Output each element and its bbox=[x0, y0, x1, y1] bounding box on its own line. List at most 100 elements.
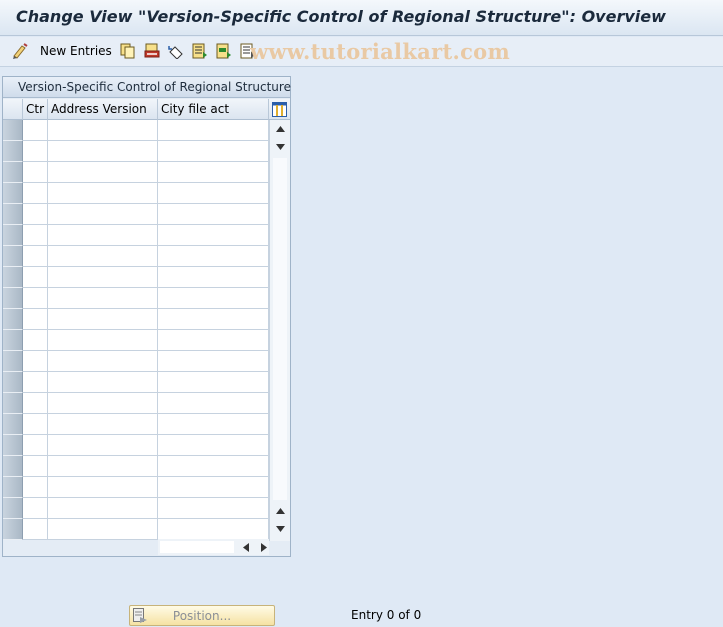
row-selector[interactable] bbox=[3, 498, 23, 519]
row-selector[interactable] bbox=[3, 183, 23, 204]
cell-address-version[interactable] bbox=[48, 246, 158, 267]
scroll-up-button[interactable] bbox=[270, 120, 290, 138]
row-selector[interactable] bbox=[3, 162, 23, 183]
row-selector[interactable] bbox=[3, 288, 23, 309]
cell-city-file-act[interactable] bbox=[158, 477, 269, 498]
cell-address-version[interactable] bbox=[48, 267, 158, 288]
select-all-rows-header[interactable] bbox=[3, 99, 23, 120]
cell-address-version[interactable] bbox=[48, 204, 158, 225]
row-selector[interactable] bbox=[3, 120, 23, 141]
cell-city-file-act[interactable] bbox=[158, 246, 269, 267]
row-selector[interactable] bbox=[3, 225, 23, 246]
cell-city-file-act[interactable] bbox=[158, 183, 269, 204]
cell-city-file-act[interactable] bbox=[158, 393, 269, 414]
cell-ctr[interactable] bbox=[23, 519, 48, 540]
delete-icon[interactable] bbox=[144, 43, 160, 59]
cell-address-version[interactable] bbox=[48, 141, 158, 162]
vertical-scrollbar[interactable] bbox=[269, 120, 290, 541]
row-selector[interactable] bbox=[3, 435, 23, 456]
cell-city-file-act[interactable] bbox=[158, 225, 269, 246]
row-selector[interactable] bbox=[3, 141, 23, 162]
cell-city-file-act[interactable] bbox=[158, 519, 269, 540]
select-block-icon[interactable] bbox=[216, 43, 232, 59]
cell-city-file-act[interactable] bbox=[158, 330, 269, 351]
row-selector[interactable] bbox=[3, 267, 23, 288]
row-selector[interactable] bbox=[3, 351, 23, 372]
scroll-left-button[interactable] bbox=[238, 539, 254, 555]
cell-city-file-act[interactable] bbox=[158, 372, 269, 393]
horizontal-scrollbar[interactable] bbox=[158, 539, 269, 555]
cell-address-version[interactable] bbox=[48, 309, 158, 330]
horizontal-scroll-track[interactable] bbox=[160, 541, 234, 553]
cell-address-version[interactable] bbox=[48, 372, 158, 393]
cell-city-file-act[interactable] bbox=[158, 162, 269, 183]
undo-icon[interactable] bbox=[168, 43, 184, 59]
cell-ctr[interactable] bbox=[23, 162, 48, 183]
cell-address-version[interactable] bbox=[48, 456, 158, 477]
scroll-right-button[interactable] bbox=[256, 539, 272, 555]
cell-city-file-act[interactable] bbox=[158, 141, 269, 162]
row-selector[interactable] bbox=[3, 309, 23, 330]
cell-city-file-act[interactable] bbox=[158, 288, 269, 309]
row-selector[interactable] bbox=[3, 456, 23, 477]
cell-ctr[interactable] bbox=[23, 267, 48, 288]
copy-icon[interactable] bbox=[120, 43, 136, 59]
cell-city-file-act[interactable] bbox=[158, 267, 269, 288]
cell-address-version[interactable] bbox=[48, 120, 158, 141]
scroll-down-button[interactable] bbox=[270, 520, 290, 538]
cell-ctr[interactable] bbox=[23, 225, 48, 246]
cell-city-file-act[interactable] bbox=[158, 309, 269, 330]
row-selector[interactable] bbox=[3, 414, 23, 435]
cell-ctr[interactable] bbox=[23, 141, 48, 162]
cell-ctr[interactable] bbox=[23, 204, 48, 225]
row-selector[interactable] bbox=[3, 372, 23, 393]
column-header-ctr[interactable]: Ctr bbox=[23, 99, 48, 120]
cell-city-file-act[interactable] bbox=[158, 204, 269, 225]
cell-address-version[interactable] bbox=[48, 519, 158, 540]
cell-ctr[interactable] bbox=[23, 456, 48, 477]
position-button[interactable]: Position... bbox=[129, 605, 275, 626]
cell-ctr[interactable] bbox=[23, 393, 48, 414]
cell-city-file-act[interactable] bbox=[158, 435, 269, 456]
cell-ctr[interactable] bbox=[23, 414, 48, 435]
cell-ctr[interactable] bbox=[23, 435, 48, 456]
cell-address-version[interactable] bbox=[48, 435, 158, 456]
table-settings-button[interactable] bbox=[269, 99, 290, 120]
cell-address-version[interactable] bbox=[48, 162, 158, 183]
cell-address-version[interactable] bbox=[48, 330, 158, 351]
row-selector[interactable] bbox=[3, 204, 23, 225]
cell-ctr[interactable] bbox=[23, 183, 48, 204]
select-all-icon[interactable] bbox=[192, 43, 208, 59]
cell-ctr[interactable] bbox=[23, 372, 48, 393]
cell-address-version[interactable] bbox=[48, 498, 158, 519]
cell-city-file-act[interactable] bbox=[158, 414, 269, 435]
new-entries-button[interactable]: New Entries bbox=[12, 42, 112, 60]
cell-ctr[interactable] bbox=[23, 498, 48, 519]
row-selector[interactable] bbox=[3, 246, 23, 267]
row-selector[interactable] bbox=[3, 330, 23, 351]
cell-address-version[interactable] bbox=[48, 351, 158, 372]
cell-address-version[interactable] bbox=[48, 393, 158, 414]
cell-address-version[interactable] bbox=[48, 477, 158, 498]
column-header-city-file-act[interactable]: City file act bbox=[158, 99, 269, 120]
cell-city-file-act[interactable] bbox=[158, 498, 269, 519]
scroll-page-down-button[interactable] bbox=[270, 138, 290, 156]
cell-city-file-act[interactable] bbox=[158, 120, 269, 141]
row-selector[interactable] bbox=[3, 393, 23, 414]
cell-ctr[interactable] bbox=[23, 309, 48, 330]
cell-address-version[interactable] bbox=[48, 225, 158, 246]
column-header-address-version[interactable]: Address Version bbox=[48, 99, 158, 120]
cell-ctr[interactable] bbox=[23, 351, 48, 372]
cell-ctr[interactable] bbox=[23, 477, 48, 498]
scroll-track[interactable] bbox=[273, 158, 287, 500]
scroll-page-up-button[interactable] bbox=[270, 502, 290, 520]
cell-city-file-act[interactable] bbox=[158, 351, 269, 372]
cell-ctr[interactable] bbox=[23, 246, 48, 267]
cell-address-version[interactable] bbox=[48, 288, 158, 309]
cell-ctr[interactable] bbox=[23, 330, 48, 351]
cell-ctr[interactable] bbox=[23, 120, 48, 141]
cell-address-version[interactable] bbox=[48, 414, 158, 435]
row-selector[interactable] bbox=[3, 477, 23, 498]
row-selector[interactable] bbox=[3, 519, 23, 540]
cell-ctr[interactable] bbox=[23, 288, 48, 309]
